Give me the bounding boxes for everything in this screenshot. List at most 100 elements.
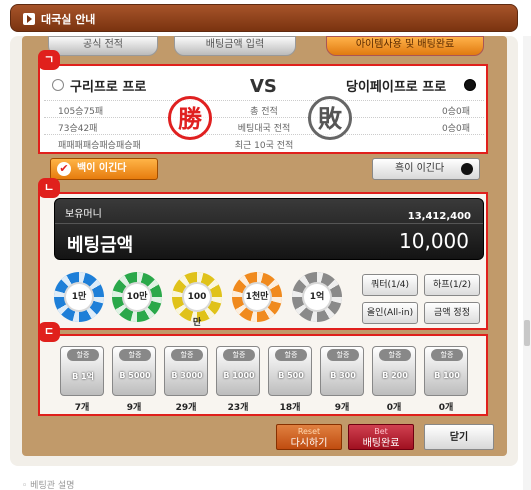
item-slot[interactable]: 할증 B 200 0개: [370, 346, 418, 414]
white-wins-button[interactable]: ✔ 백이 이긴다: [50, 158, 158, 180]
chip-label: 100만: [182, 282, 212, 328]
item-slot[interactable]: 할증 B 500 18개: [266, 346, 314, 414]
item-count: 0개: [386, 403, 402, 413]
stat-label-total: 총 전적: [250, 107, 278, 117]
allin-button[interactable]: 올인(All-in): [362, 302, 418, 324]
item-count: 7개: [74, 403, 90, 413]
item-label: 할증: [171, 349, 203, 361]
vs-label: VS: [250, 76, 277, 97]
item-slot[interactable]: 할증 B 100 0개: [422, 346, 470, 414]
quarter-button[interactable]: 쿼터(1/4): [362, 274, 418, 296]
item-slot[interactable]: 할증 B 1억 7개: [58, 346, 106, 414]
chip-1m[interactable]: 100만: [172, 272, 222, 328]
stat-label-betting: 베팅대국 전적: [237, 124, 291, 134]
item-value: B 5000: [119, 371, 151, 380]
divider: [55, 223, 483, 224]
tab-record[interactable]: 공식 전적: [48, 36, 158, 56]
item-count: 9개: [126, 403, 142, 413]
item-card: 할증 B 300: [320, 346, 364, 396]
check-icon: ✔: [57, 162, 71, 176]
item-value: B 300: [330, 371, 356, 380]
item-slot[interactable]: 할증 B 5000 9개: [110, 346, 158, 414]
money-panel: 보유머니 13,412,400 베팅금액 10,000: [54, 198, 484, 260]
tab-bet-amount[interactable]: 배팅금액 입력: [174, 36, 296, 56]
item-card: 할증 B 1억: [60, 346, 104, 396]
item-value: B 3000: [171, 371, 203, 380]
item-card: 할증 B 500: [268, 346, 312, 396]
item-value: B 500: [278, 371, 304, 380]
win-stamp-icon: 勝: [168, 96, 212, 140]
half-button[interactable]: 하프(1/2): [424, 274, 480, 296]
bet-en-label: Bet: [374, 427, 388, 436]
item-value: B 1000: [223, 371, 255, 380]
scrollbar-thumb[interactable]: [524, 320, 530, 346]
black-wins-button[interactable]: 흑이 이긴다: [372, 158, 480, 180]
item-card: 할증 B 100: [424, 346, 468, 396]
item-label: 할증: [275, 349, 307, 361]
reset-en-label: Reset: [297, 427, 321, 436]
scrollbar[interactable]: [523, 36, 531, 490]
item-card: 할증 B 200: [372, 346, 416, 396]
item-label: 할증: [119, 349, 151, 361]
fix-amount-button[interactable]: 금액 정정: [424, 302, 480, 324]
item-card: 할증 B 1000: [216, 346, 260, 396]
bet-amount-value: 10,000: [399, 229, 469, 253]
window-title: 대국실 안내: [41, 13, 96, 26]
item-slot[interactable]: 할증 B 1000 23개: [214, 346, 262, 414]
section-badge-1: ㄱ: [38, 50, 60, 70]
item-value: B 200: [382, 371, 408, 380]
item-count: 18개: [279, 403, 301, 413]
white-player-name: 구리프로 프로: [70, 80, 147, 95]
item-value: B 1억: [72, 372, 94, 381]
item-count: 0개: [438, 403, 454, 413]
reset-button[interactable]: Reset 다시하기: [276, 424, 342, 450]
chip-label: 1억: [302, 282, 332, 312]
item-count: 23개: [227, 403, 249, 413]
item-label: 할증: [379, 349, 411, 361]
section-badge-3: ㄷ: [38, 322, 60, 342]
stat-label-recent: 최근 10국 전적: [234, 141, 294, 151]
chip-100k[interactable]: 10만: [112, 272, 162, 322]
lose-stamp-icon: 敗: [308, 96, 352, 140]
tab-item-and-complete[interactable]: 아이템사용 및 배팅완료: [326, 36, 484, 56]
item-count: 9개: [334, 403, 350, 413]
holding-money-value: 13,412,400: [407, 211, 471, 222]
item-label: 할증: [67, 349, 99, 361]
item-label: 할증: [327, 349, 359, 361]
bet-ko-label: 배팅완료: [362, 438, 400, 449]
items-section: 할증 B 1억 7개 할증 B 5000 9개 할증 B 3000 29개 할증 B 1…: [38, 334, 488, 416]
item-slot[interactable]: 할증 B 3000 29개: [162, 346, 210, 414]
chip-10m[interactable]: 1천만: [232, 272, 282, 322]
stat-row-betting: 73승42패 베팅대국 전적 0승0패: [44, 117, 484, 134]
item-label: 할증: [431, 349, 463, 361]
white-stone-icon: [52, 79, 64, 91]
chip-label: 1천만: [242, 282, 272, 312]
item-label: 할증: [223, 349, 255, 361]
stat-row-recent: 패패패패승패승패승패 최근 10국 전적: [44, 134, 484, 151]
holding-money-label: 보유머니: [65, 209, 102, 220]
black-stone-icon: [461, 163, 473, 175]
item-card: 할증 B 3000: [164, 346, 208, 396]
item-card: 할증 B 5000: [112, 346, 156, 396]
close-button[interactable]: 닫기: [424, 424, 494, 450]
bottom-caption: ◦ 베팅관 설명: [22, 481, 75, 490]
reset-ko-label: 다시하기: [290, 438, 328, 449]
item-count: 29개: [175, 403, 197, 413]
chip-label: 1만: [64, 282, 94, 312]
black-player-name: 당이페이프로 프로: [346, 80, 447, 95]
item-value: B 100: [434, 371, 460, 380]
play-arrow-icon: [23, 13, 35, 25]
chip-100m[interactable]: 1억: [292, 272, 342, 322]
item-slot[interactable]: 할증 B 300 9개: [318, 346, 366, 414]
section-badge-2: ㄴ: [38, 178, 60, 198]
black-wins-label: 흑이 이긴다: [395, 163, 445, 174]
white-wins-label: 백이 이긴다: [77, 163, 127, 174]
window-titlebar: 대국실 안내: [10, 4, 518, 32]
black-total-record: 0승0패: [441, 107, 470, 117]
black-stone-icon: [464, 79, 476, 91]
bet-amount-label: 베팅금액: [67, 235, 134, 256]
black-betting-record: 0승0패: [441, 124, 470, 134]
bet-complete-button[interactable]: Bet 배팅완료: [348, 424, 414, 450]
chip-10k[interactable]: 1만: [54, 272, 104, 322]
stat-row-total: 105승75패 총 전적 0승0패: [44, 100, 484, 117]
